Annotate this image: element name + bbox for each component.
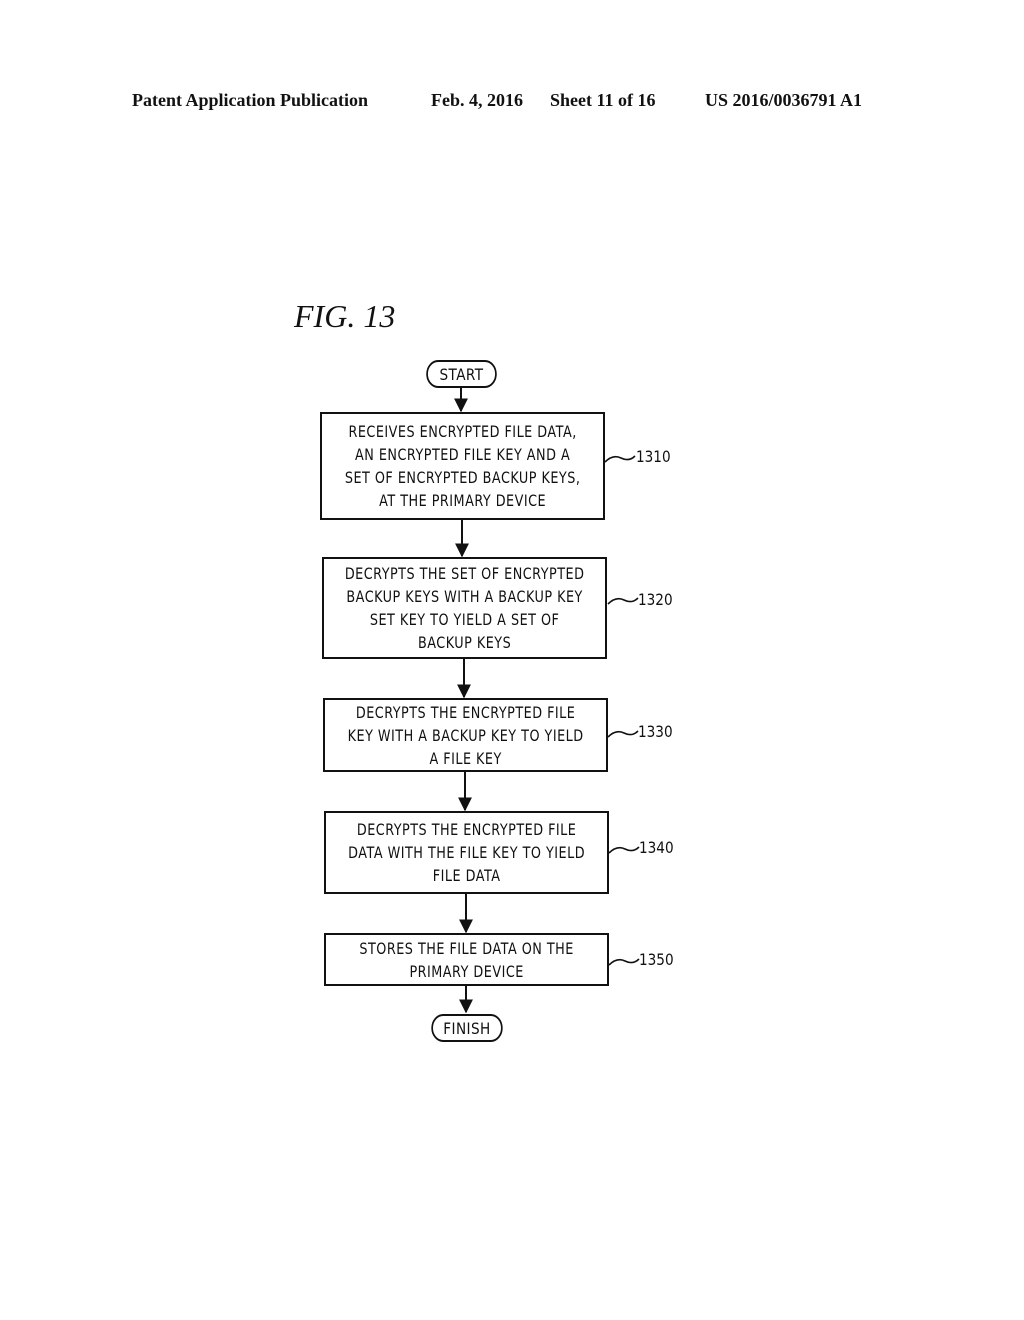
step-ref-1310: 1310 xyxy=(636,447,671,466)
step-box-1310: RECEIVES ENCRYPTED FILE DATA, AN ENCRYPT… xyxy=(320,412,605,520)
start-terminal: START xyxy=(426,360,497,388)
finish-terminal: FINISH xyxy=(431,1014,503,1042)
leader-1340 xyxy=(608,846,640,854)
step-ref-1320: 1320 xyxy=(638,590,673,609)
step-text: RECEIVES ENCRYPTED FILE DATA, AN ENCRYPT… xyxy=(344,422,581,510)
step-ref-1350: 1350 xyxy=(639,950,674,969)
leader-1310 xyxy=(604,455,636,463)
step-box-1330: DECRYPTS THE ENCRYPTED FILE KEY WITH A B… xyxy=(323,698,608,772)
leader-1350 xyxy=(608,958,640,966)
step-text: DECRYPTS THE ENCRYPTED FILE DATA WITH TH… xyxy=(348,820,585,885)
step-box-1340: DECRYPTS THE ENCRYPTED FILE DATA WITH TH… xyxy=(324,811,609,894)
step-box-1320: DECRYPTS THE SET OF ENCRYPTED BACKUP KEY… xyxy=(322,557,607,659)
leader-1320 xyxy=(607,597,639,605)
start-label: START xyxy=(439,364,484,384)
step-ref-1340: 1340 xyxy=(639,838,674,857)
step-box-1350: STORES THE FILE DATA ON THE PRIMARY DEVI… xyxy=(324,933,609,986)
step-ref-1330: 1330 xyxy=(638,722,673,741)
step-text: STORES THE FILE DATA ON THE PRIMARY DEVI… xyxy=(359,938,574,981)
connector-lines xyxy=(454,387,640,1014)
step-text: DECRYPTS THE ENCRYPTED FILE KEY WITH A B… xyxy=(347,702,584,768)
step-text: DECRYPTS THE SET OF ENCRYPTED BACKUP KEY… xyxy=(344,564,585,652)
finish-label: FINISH xyxy=(443,1018,491,1038)
leader-1330 xyxy=(607,730,639,738)
